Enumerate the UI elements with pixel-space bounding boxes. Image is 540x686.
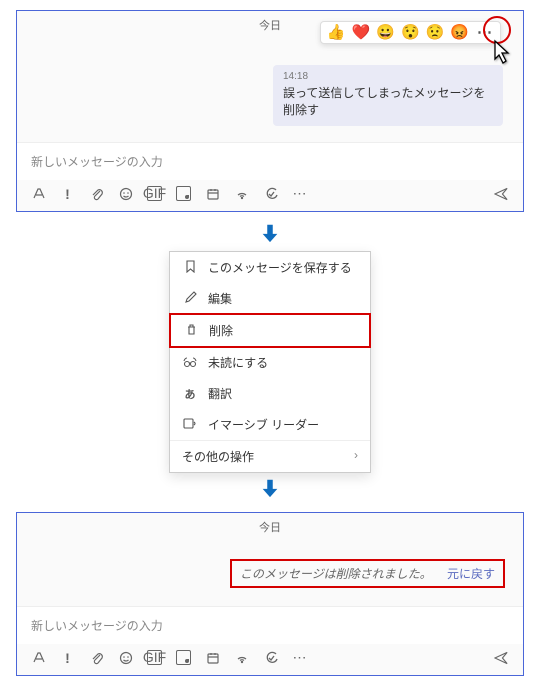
reaction-thumbsup[interactable]: 👍 xyxy=(327,25,346,40)
format-icon[interactable] xyxy=(31,650,46,665)
meet-icon[interactable] xyxy=(205,186,220,201)
undo-link[interactable]: 元に戻す xyxy=(447,567,495,581)
message-input[interactable]: 新しいメッセージの入力 xyxy=(17,606,523,644)
menu-label: このメッセージを保存する xyxy=(208,259,352,276)
menu-save-message[interactable]: このメッセージを保存する xyxy=(170,252,370,283)
menu-translate[interactable]: あ 翻訳 xyxy=(170,378,370,409)
menu-label: イマーシブ リーダー xyxy=(208,416,319,433)
message-bubble[interactable]: 14:18 誤って送信してしまったメッセージを削除す xyxy=(273,65,503,126)
toolbar-more-icon[interactable]: ⋯ xyxy=(292,650,307,665)
message-input[interactable]: 新しいメッセージの入力 xyxy=(17,142,523,180)
chat-panel-before: 今日 👍 ❤️ 😀 😯 😟 😡 ⋯ 14:18 誤って送信してしまったメッセージ… xyxy=(16,10,524,212)
reaction-bar: 👍 ❤️ 😀 😯 😟 😡 ⋯ xyxy=(320,21,501,44)
pencil-icon xyxy=(182,291,198,307)
format-icon[interactable] xyxy=(31,186,46,201)
priority-icon[interactable]: ! xyxy=(60,650,75,665)
emoji-icon[interactable] xyxy=(118,186,133,201)
chevron-right-icon: › xyxy=(354,448,358,465)
sticker-icon[interactable] xyxy=(176,186,191,201)
chat-panel-after: 今日 このメッセージは削除されました。 元に戻す 新しいメッセージの入力 ! G… xyxy=(16,512,524,676)
menu-label: 翻訳 xyxy=(208,385,232,402)
menu-unread[interactable]: 未読にする xyxy=(170,347,370,378)
context-menu: このメッセージを保存する 編集 削除 未読にする あ 翻訳 イマーシブ リーダー… xyxy=(169,251,371,473)
menu-label: 未読にする xyxy=(208,354,268,371)
attach-icon[interactable] xyxy=(89,650,104,665)
message-time: 14:18 xyxy=(283,71,493,82)
compose-toolbar: ! GIF ⋯ xyxy=(17,644,523,675)
send-icon[interactable] xyxy=(494,650,509,665)
approvals-icon[interactable] xyxy=(263,650,278,665)
translate-icon: あ xyxy=(182,386,198,402)
meet-icon[interactable] xyxy=(205,650,220,665)
stream-icon[interactable] xyxy=(234,186,249,201)
stream-icon[interactable] xyxy=(234,650,249,665)
message-text: 誤って送信してしまったメッセージを削除す xyxy=(283,84,493,118)
deleted-text: このメッセージは削除されました。 xyxy=(240,567,432,581)
toolbar-more-icon[interactable]: ⋯ xyxy=(292,186,307,201)
reaction-angry[interactable]: 😡 xyxy=(450,25,469,40)
menu-label: 編集 xyxy=(208,290,232,307)
attach-icon[interactable] xyxy=(89,186,104,201)
menu-edit[interactable]: 編集 xyxy=(170,283,370,314)
reaction-heart[interactable]: ❤️ xyxy=(352,25,371,40)
approvals-icon[interactable] xyxy=(263,186,278,201)
date-separator: 今日 xyxy=(17,513,523,537)
reader-icon xyxy=(182,417,198,433)
compose-toolbar: ! GIF ⋯ xyxy=(17,180,523,211)
deleted-message-row: このメッセージは削除されました。 元に戻す xyxy=(230,559,505,588)
more-options-button[interactable]: ⋯ xyxy=(475,25,494,40)
bookmark-icon xyxy=(182,260,198,276)
menu-label: 削除 xyxy=(209,322,233,339)
unread-icon xyxy=(182,355,198,371)
gif-icon[interactable]: GIF xyxy=(147,186,162,201)
emoji-icon[interactable] xyxy=(118,650,133,665)
arrow-down-icon xyxy=(0,222,540,247)
reaction-sad[interactable]: 😟 xyxy=(426,25,445,40)
menu-immersive-reader[interactable]: イマーシブ リーダー xyxy=(170,409,370,440)
sticker-icon[interactable] xyxy=(176,650,191,665)
menu-delete[interactable]: 削除 xyxy=(169,313,371,348)
menu-label: その他の操作 xyxy=(182,448,254,465)
priority-icon[interactable]: ! xyxy=(60,186,75,201)
trash-icon xyxy=(183,323,199,339)
menu-more-actions[interactable]: その他の操作 › xyxy=(170,440,370,472)
send-icon[interactable] xyxy=(494,186,509,201)
arrow-down-icon xyxy=(0,477,540,502)
reaction-laugh[interactable]: 😀 xyxy=(376,25,395,40)
reaction-surprised[interactable]: 😯 xyxy=(401,25,420,40)
gif-icon[interactable]: GIF xyxy=(147,650,162,665)
